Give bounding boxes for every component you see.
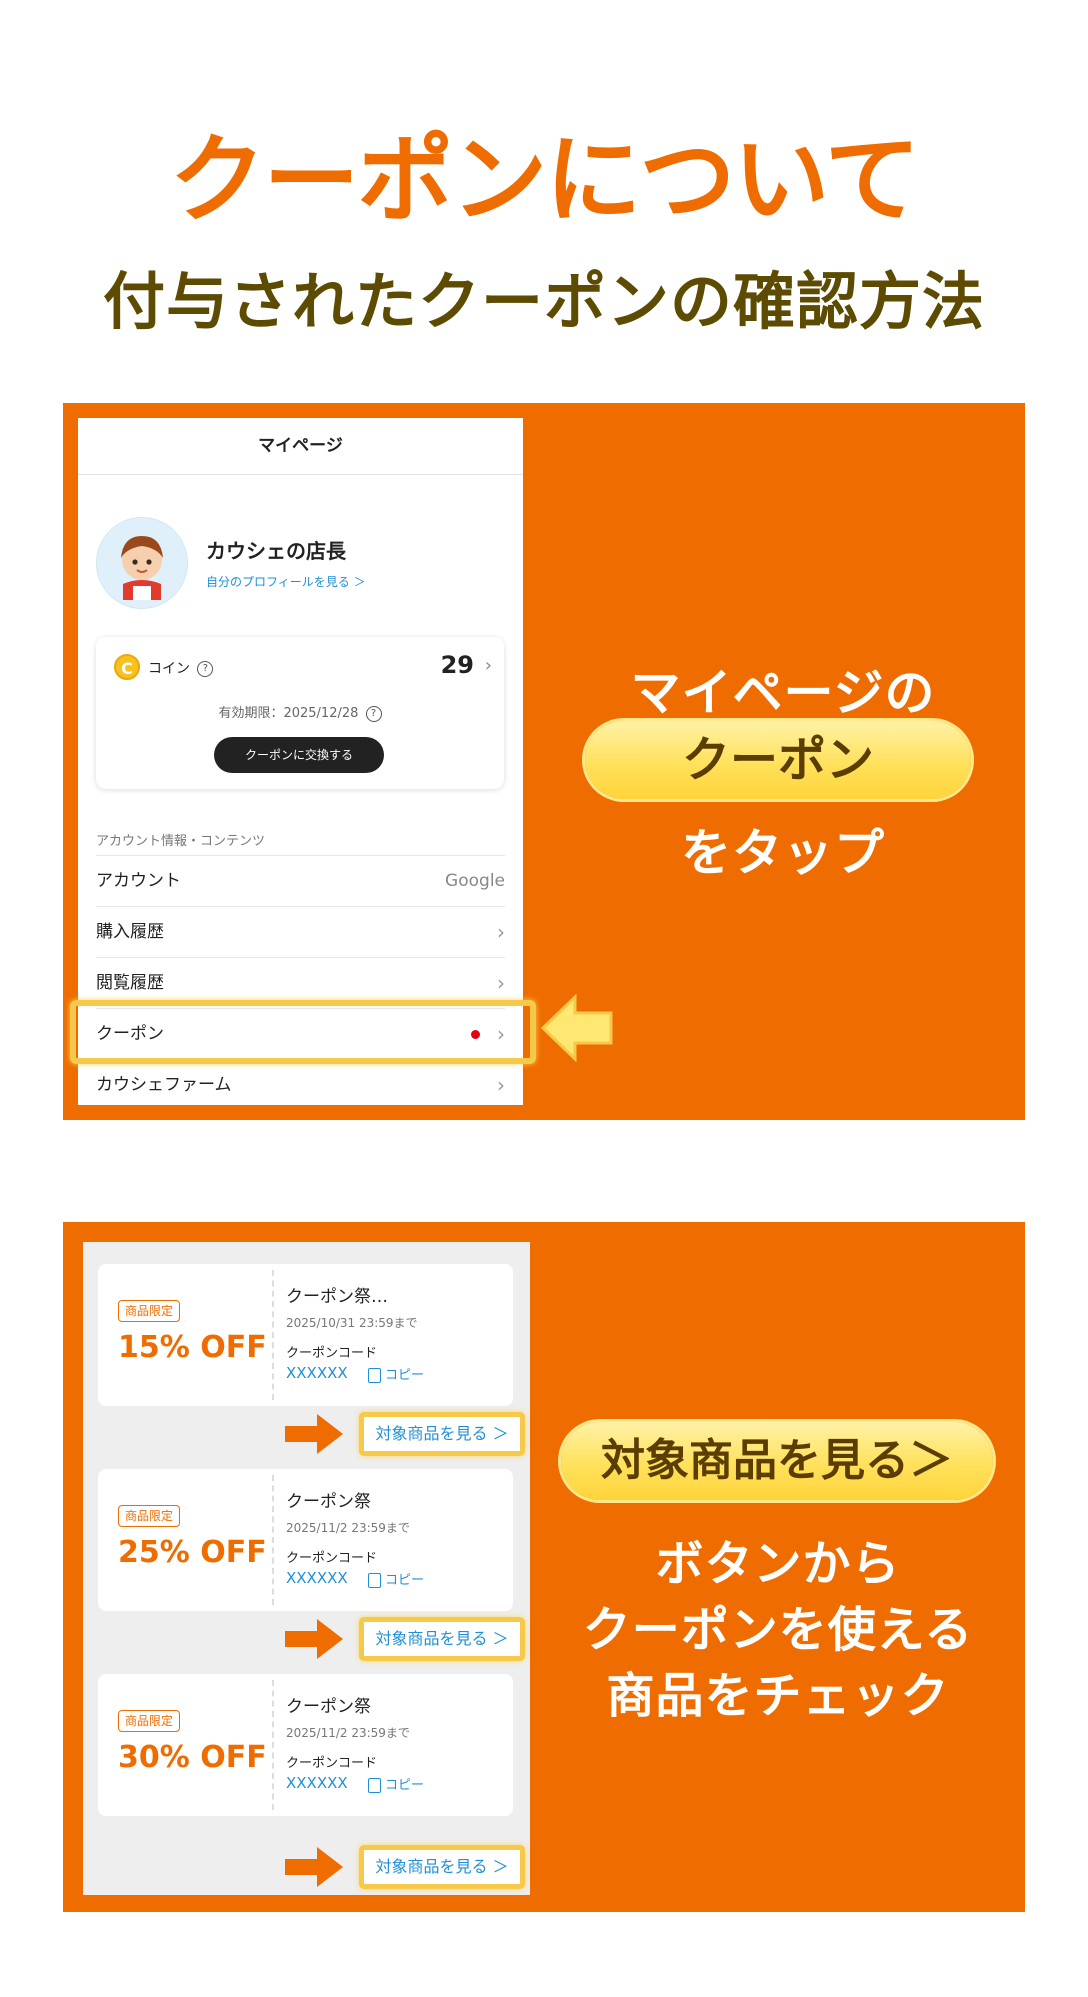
coupon-expiry: 2025/10/31 23:59まで bbox=[286, 1316, 418, 1330]
page-headline: クーポンについて bbox=[169, 124, 920, 236]
coupon-card[interactable]: 商品限定 15% OFF クーポン祭… 2025/10/31 23:59まで ク… bbox=[98, 1264, 513, 1406]
chevron-right-icon[interactable]: › bbox=[485, 655, 492, 676]
coupon-discount: 15% OFF bbox=[118, 1330, 267, 1365]
menu-item-label: 閲覧履歴 bbox=[96, 973, 164, 993]
menu-item-kaushe-farm[interactable]: カウシェファーム › bbox=[96, 1059, 505, 1105]
coin-card[interactable]: C コイン ? 29 › 有効期限：2025/12/28 ? クーポンに交換する bbox=[96, 637, 504, 789]
instruction1-line2: をタップ bbox=[681, 824, 885, 882]
account-provider: Google bbox=[445, 871, 505, 891]
profile-section[interactable]: カウシェの店長 自分のプロフィールを見る ＞ bbox=[96, 517, 516, 609]
coupon-card[interactable]: 商品限定 30% OFF クーポン祭 2025/11/2 23:59まで クーポ… bbox=[98, 1674, 513, 1816]
arrow-right-icon bbox=[285, 1847, 343, 1887]
coin-icon: C bbox=[114, 654, 140, 680]
avatar bbox=[96, 517, 188, 609]
coupon-title: クーポン祭… bbox=[286, 1287, 388, 1307]
help-icon[interactable]: ? bbox=[197, 661, 214, 677]
shop-manager-avatar-icon bbox=[97, 518, 187, 608]
coupon-card[interactable]: 商品限定 25% OFF クーポン祭 2025/11/2 23:59まで クーポ… bbox=[98, 1469, 513, 1611]
coupon-title: クーポン祭 bbox=[286, 1492, 371, 1512]
coupon-expiry: 2025/11/2 23:59まで bbox=[286, 1521, 410, 1535]
coupon-code: XXXXXX bbox=[286, 1774, 348, 1792]
account-section-label: アカウント情報・コンテンツ bbox=[96, 834, 266, 849]
mypage-instruction-panel: マイページ カウシェの店長 自分のプロフィールを見る ＞ C コイン ? 29 … bbox=[63, 403, 1025, 1120]
menu-item-purchase-history[interactable]: 購入履歴 › bbox=[96, 906, 505, 957]
instruction2-button-pill: 対象商品を見る＞ bbox=[561, 1422, 993, 1500]
arrow-left-icon bbox=[541, 993, 613, 1063]
menu-item-label: カウシェファーム bbox=[96, 1075, 232, 1095]
view-target-products-button[interactable]: 対象商品を見る ＞ bbox=[359, 1617, 525, 1661]
chevron-right-icon: › bbox=[497, 1073, 505, 1097]
menu-item-account[interactable]: アカウント Google bbox=[96, 855, 505, 906]
exchange-coupon-button[interactable]: クーポンに交換する bbox=[214, 737, 384, 773]
coupon-code: XXXXXX bbox=[286, 1364, 348, 1382]
copy-icon bbox=[368, 1573, 381, 1588]
copy-icon bbox=[368, 1778, 381, 1793]
menu-item-label: 購入履歴 bbox=[96, 922, 164, 942]
product-limited-badge: 商品限定 bbox=[118, 1300, 181, 1322]
coin-balance: 29 bbox=[440, 651, 474, 679]
copy-icon bbox=[368, 1368, 381, 1383]
user-name: カウシェの店長 bbox=[206, 539, 346, 563]
instruction1-line1: マイページの bbox=[630, 664, 936, 722]
view-profile-link[interactable]: 自分のプロフィールを見る ＞ bbox=[206, 573, 366, 590]
coupon-row-highlight bbox=[70, 1000, 536, 1064]
coupon-expiry: 2025/11/2 23:59まで bbox=[286, 1726, 410, 1740]
instruction2-line3: 商品をチェック bbox=[606, 1668, 950, 1724]
coupon-title: クーポン祭 bbox=[286, 1697, 371, 1717]
coupon-code-label: クーポンコード bbox=[286, 1551, 378, 1566]
copy-code-button[interactable]: コピー bbox=[368, 1364, 424, 1383]
coupon-discount: 30% OFF bbox=[118, 1740, 267, 1775]
arrow-right-icon bbox=[285, 1414, 343, 1454]
copy-code-button[interactable]: コピー bbox=[368, 1569, 424, 1588]
coupon-code-label: クーポンコード bbox=[286, 1346, 378, 1361]
product-limited-badge: 商品限定 bbox=[118, 1505, 181, 1527]
coupon-discount: 25% OFF bbox=[118, 1535, 267, 1570]
chevron-right-icon: › bbox=[497, 920, 505, 944]
coupon-list-screen: 商品限定 15% OFF クーポン祭… 2025/10/31 23:59まで ク… bbox=[83, 1242, 530, 1895]
help-icon[interactable]: ? bbox=[365, 705, 382, 722]
product-limited-badge: 商品限定 bbox=[118, 1710, 181, 1732]
view-target-products-button[interactable]: 対象商品を見る ＞ bbox=[359, 1845, 525, 1889]
coin-expiry: 有効期限：2025/12/28 bbox=[218, 706, 359, 721]
menu-item-label: アカウント bbox=[96, 871, 181, 891]
mypage-header-title: マイページ bbox=[78, 418, 523, 475]
instruction1-coupon-pill: クーポン bbox=[585, 721, 971, 799]
coupon-code: XXXXXX bbox=[286, 1569, 348, 1587]
page-subtitle: 付与されたクーポンの確認方法 bbox=[102, 265, 985, 338]
copy-code-button[interactable]: コピー bbox=[368, 1774, 424, 1793]
arrow-right-icon bbox=[285, 1619, 343, 1659]
coupon-code-label: クーポンコード bbox=[286, 1756, 378, 1771]
instruction2-line2: クーポンを使える bbox=[582, 1602, 974, 1658]
coupon-list-instruction-panel: 商品限定 15% OFF クーポン祭… 2025/10/31 23:59まで ク… bbox=[63, 1222, 1025, 1912]
view-target-products-button[interactable]: 対象商品を見る ＞ bbox=[359, 1412, 525, 1456]
instruction2-line1: ボタンから bbox=[655, 1536, 901, 1592]
coin-label: コイン bbox=[148, 661, 190, 677]
